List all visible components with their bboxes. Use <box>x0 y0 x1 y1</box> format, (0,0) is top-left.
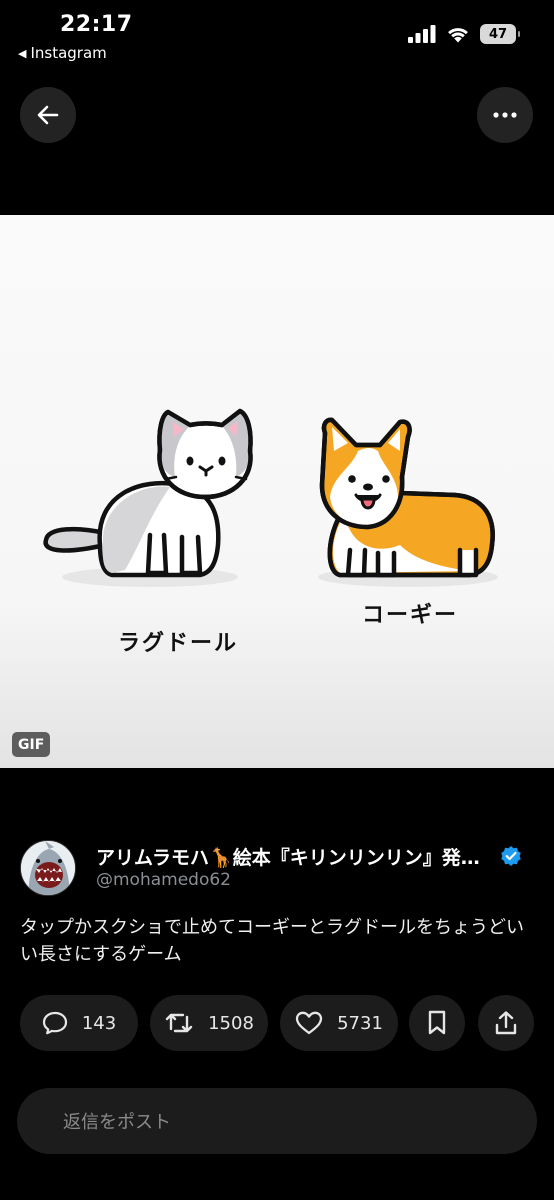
shark-avatar-icon <box>21 841 75 895</box>
author-name[interactable]: アリムラモハ🦒絵本『キリンリンリン』発売中 <box>96 843 496 870</box>
reply-button[interactable]: 143 <box>20 995 138 1051</box>
repost-icon <box>165 1013 193 1033</box>
repost-button[interactable]: 1508 <box>150 995 268 1051</box>
cellular-signal-icon <box>408 25 436 43</box>
post-text: タップかスクショで止めてコーギーとラグドールをちょうどいい長さにするゲーム <box>20 917 524 965</box>
ragdoll-cat-illustration <box>43 408 253 578</box>
reply-input[interactable]: 返信をポスト <box>17 1088 537 1154</box>
reply-count: 143 <box>81 1012 117 1034</box>
status-icons: 47 <box>408 24 520 44</box>
reply-placeholder: 返信をポスト <box>63 1112 171 1133</box>
like-button[interactable]: 5731 <box>280 995 398 1051</box>
author-avatar[interactable] <box>20 840 76 896</box>
bookmark-icon <box>428 1010 446 1035</box>
share-button[interactable] <box>478 995 534 1051</box>
post-media-gif[interactable]: ラグドール コーギー <box>0 215 554 768</box>
repost-count: 1508 <box>208 1012 254 1034</box>
more-options-button[interactable] <box>477 87 533 143</box>
reply-bubble-icon <box>42 1011 67 1035</box>
more-horizontal-icon <box>493 112 517 118</box>
dog-label: コーギー <box>362 603 459 628</box>
share-icon <box>495 1011 517 1035</box>
author-handle[interactable]: @mohamedo62 <box>96 870 231 890</box>
bookmark-button[interactable] <box>409 995 465 1051</box>
arrow-left-icon <box>37 105 59 125</box>
heart-icon <box>295 1011 323 1035</box>
like-count: 5731 <box>337 1012 383 1034</box>
status-time: 22:17 <box>60 12 133 37</box>
back-app-label: Instagram <box>30 44 107 62</box>
battery-level: 47 <box>488 26 508 42</box>
cat-label: ラグドール <box>118 631 239 656</box>
gif-badge: GIF <box>12 732 51 757</box>
wifi-icon <box>448 28 468 43</box>
back-button[interactable] <box>20 87 76 143</box>
corgi-illustration <box>319 417 495 578</box>
back-to-app-link[interactable]: ◀ Instagram <box>18 44 107 62</box>
verified-badge-icon <box>501 846 521 866</box>
back-triangle-icon: ◀ <box>18 46 27 60</box>
gif-illustration <box>43 408 498 587</box>
battery-icon: 47 <box>480 24 520 44</box>
